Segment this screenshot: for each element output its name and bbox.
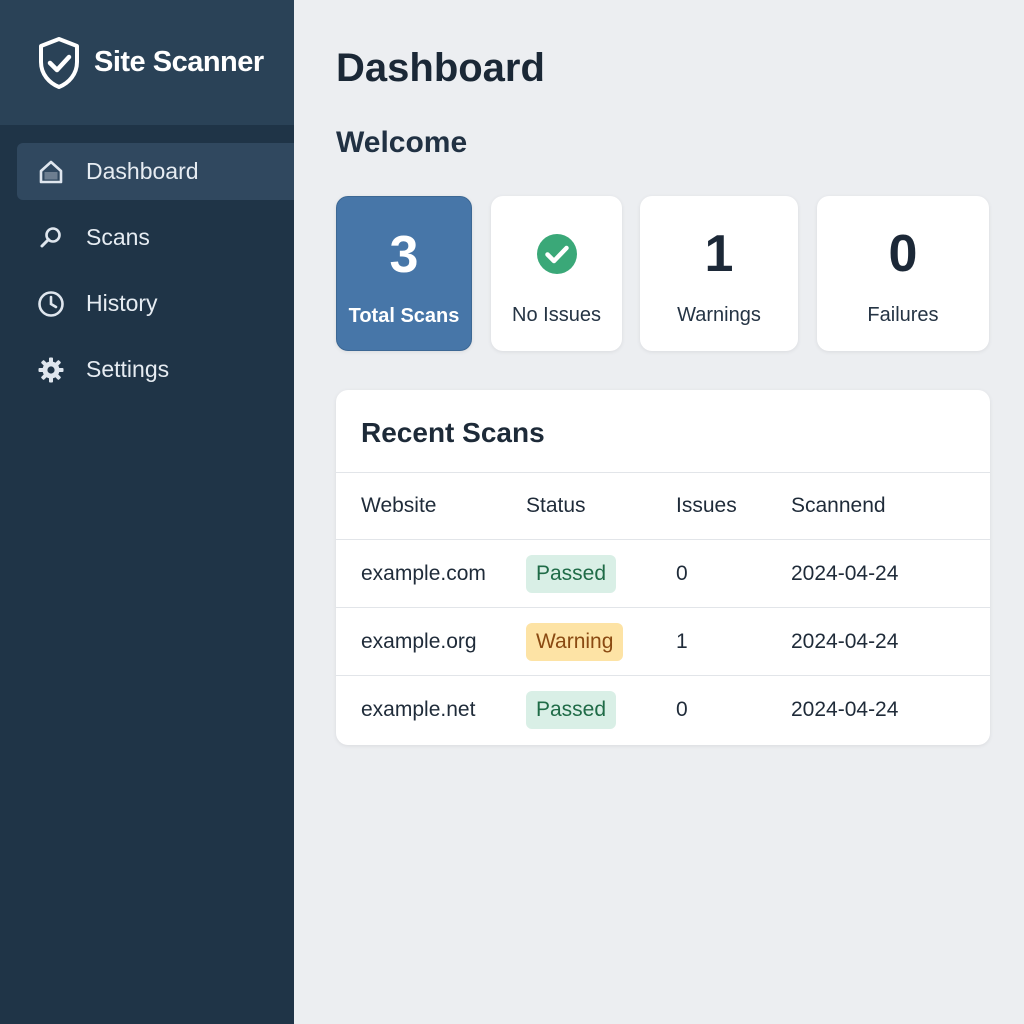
stat-card-no-issues[interactable]: No Issues <box>491 196 622 351</box>
gear-icon <box>36 355 66 385</box>
table-row[interactable]: example.net Passed 0 2024-04-24 <box>336 676 990 744</box>
cell-issues: 0 <box>676 539 791 608</box>
stat-label: Total Scans <box>348 305 460 327</box>
recent-scans-title: Recent Scans <box>336 390 990 473</box>
stat-label: Warnings <box>677 304 761 326</box>
page-title: Dashboard <box>336 46 545 90</box>
cell-status: Passed <box>526 539 676 608</box>
cell-issues: 0 <box>676 697 688 721</box>
sidebar-item-dashboard[interactable]: Dashboard <box>17 143 294 200</box>
recent-scans-card: Recent Scans Website Status Issues Scann… <box>336 390 990 745</box>
column-header-scanned[interactable]: Scannend <box>791 473 990 540</box>
cell-issues: 1 <box>676 607 791 676</box>
sidebar-item-settings[interactable]: Settings <box>0 341 294 398</box>
search-icon <box>36 223 66 253</box>
cell-scanned: 2024-04-24 <box>791 607 990 676</box>
stat-label: No Issues <box>512 304 601 326</box>
cell-website: example.net <box>361 697 476 721</box>
app-root: Site Scanner Dashboard Scans History Set… <box>0 0 1024 1024</box>
column-header-website[interactable]: Website <box>336 473 526 540</box>
cell-website: example.com <box>336 539 526 608</box>
table-header-row: Website Status Issues Scannend <box>336 473 990 540</box>
table-row[interactable]: example.org Warning 1 2024-04-24 <box>336 607 990 676</box>
sidebar-item-label: History <box>86 290 158 316</box>
cell-website: example.org <box>336 607 526 676</box>
brand[interactable]: Site Scanner <box>0 0 294 125</box>
status-badge: Passed <box>526 554 617 593</box>
cell-status: Warning <box>526 607 676 676</box>
stat-value: 3 <box>389 226 419 284</box>
stat-label: Failures <box>867 304 939 326</box>
clock-icon <box>36 289 66 319</box>
recent-scans-table: Website Status Issues Scannend example.c… <box>336 473 990 743</box>
stat-card-failures[interactable]: 0 Failures <box>817 196 989 351</box>
sidebar-item-label: Settings <box>86 356 170 382</box>
check-circle-icon <box>536 233 578 275</box>
sidebar-item-history[interactable]: History <box>0 275 294 332</box>
stat-card-warnings[interactable]: 1 Warnings <box>640 196 798 351</box>
main-content: Dashboard Welcome 3 Total Scans No Issue… <box>294 0 1024 1024</box>
cell-status: Passed <box>526 676 676 744</box>
column-header-status[interactable]: Status <box>526 473 676 540</box>
sidebar-nav: Dashboard Scans History Settings <box>0 125 294 398</box>
app-name: Site Scanner <box>94 46 264 78</box>
sidebar-item-label: Scans <box>86 224 150 250</box>
welcome-heading: Welcome <box>336 126 468 159</box>
stat-card-total-scans[interactable]: 3 Total Scans <box>336 196 472 351</box>
stat-value: 0 <box>888 225 918 283</box>
sidebar-item-scans[interactable]: Scans <box>0 209 294 266</box>
column-header-issues[interactable]: Issues <box>676 473 791 540</box>
stat-value: 1 <box>704 225 734 283</box>
status-badge: Passed <box>526 690 617 729</box>
table-row[interactable]: example.com Passed 0 2024-04-24 <box>336 539 990 608</box>
cell-scanned: 2024-04-24 <box>791 697 899 721</box>
shield-check-icon <box>36 36 82 90</box>
stats-row: 3 Total Scans No Issues 1 Warnings 0 Fai… <box>336 196 990 351</box>
sidebar: Site Scanner Dashboard Scans History Set… <box>0 0 294 1024</box>
sidebar-item-label: Dashboard <box>86 158 199 184</box>
cell-scanned: 2024-04-24 <box>791 539 990 608</box>
status-badge: Warning <box>526 622 624 661</box>
home-icon <box>36 157 66 187</box>
